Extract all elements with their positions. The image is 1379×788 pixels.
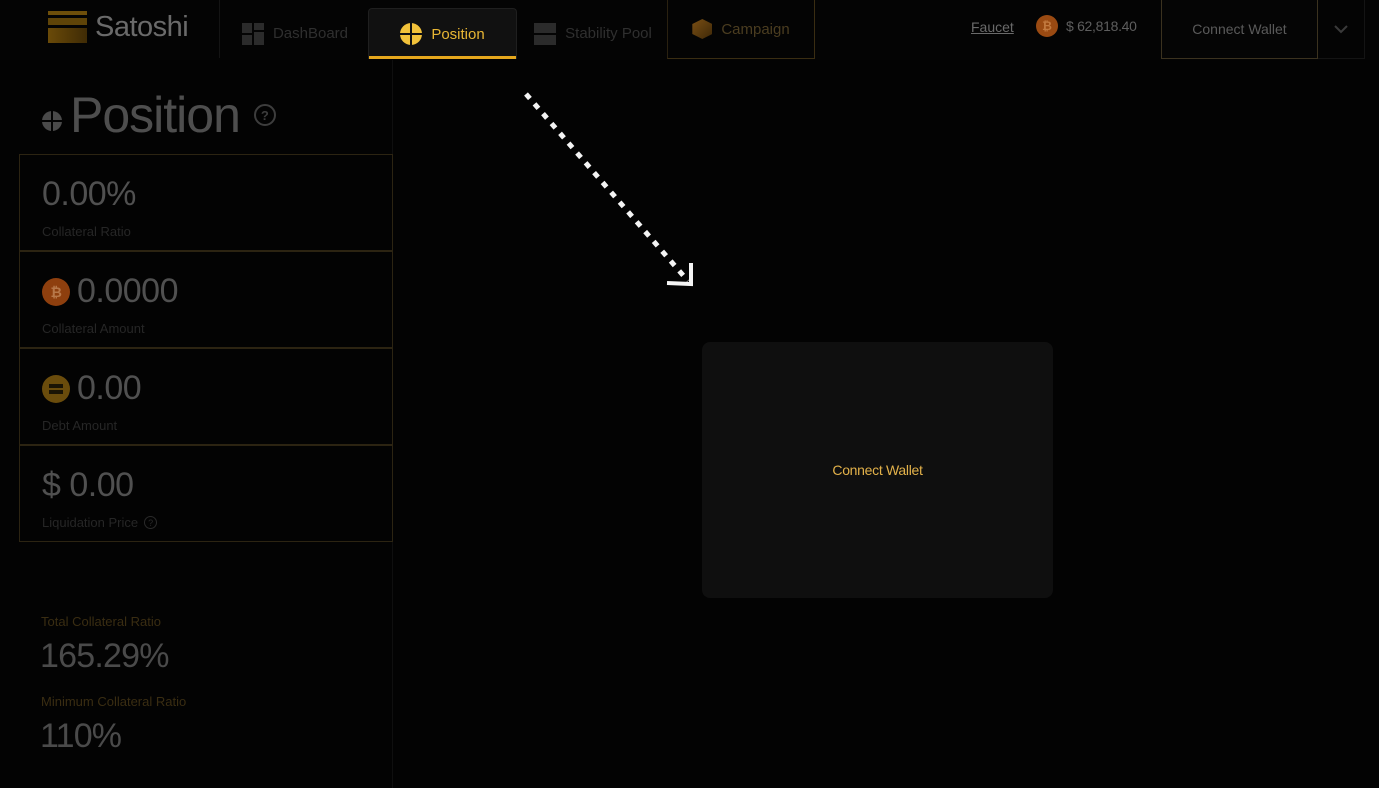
faucet-link[interactable]: Faucet <box>971 19 1014 35</box>
stability-pool-icon <box>534 22 557 45</box>
btc-price-value: $ 62,818.40 <box>1066 18 1137 34</box>
brand-logo[interactable]: Satoshi <box>48 10 189 43</box>
stat-value: ₿ 0.0000 <box>42 272 179 311</box>
nav-tab-position[interactable]: Position <box>368 8 517 59</box>
nav-tab-label: DashBoard <box>272 25 349 42</box>
stat-value: 0.00% <box>42 175 136 214</box>
stat-value: 0.00 <box>42 369 142 408</box>
chevron-down-icon <box>1334 25 1348 34</box>
stat-label: Collateral Ratio <box>42 224 131 239</box>
nav-tab-label: Campaign <box>721 20 790 38</box>
satoshi-logo-icon <box>48 11 87 43</box>
btc-price-display: ₿ $ 62,818.40 <box>1036 15 1137 37</box>
page-title: Position ? <box>42 86 276 144</box>
nav-tab-label: Stability Pool <box>565 25 652 42</box>
connect-wallet-cta[interactable]: Connect Wallet <box>832 462 923 478</box>
liquidation-price-label: Liquidation Price <box>42 515 139 530</box>
collateral-ratio-label: Collateral Ratio <box>42 224 131 239</box>
position-crosshair-icon <box>42 111 62 131</box>
brand-name: Satoshi <box>95 10 189 43</box>
connect-wallet-card: Connect Wallet <box>702 342 1053 598</box>
dashboard-grid-icon <box>241 22 264 45</box>
nav-tab-dashboard[interactable]: DashBoard <box>225 8 365 59</box>
minimum-collateral-ratio-value: 110% <box>40 717 122 755</box>
top-navbar: Satoshi DashBoard Position Stability Poo… <box>0 0 1379 60</box>
stat-label: Collateral Amount <box>42 321 145 336</box>
help-icon[interactable]: ? <box>144 516 158 529</box>
debt-amount-value: 0.00 <box>77 369 142 407</box>
network-dropdown-button[interactable] <box>1318 0 1365 59</box>
bitcoin-icon: ₿ <box>42 277 70 306</box>
stat-value: $ 0.00 <box>42 466 134 505</box>
collateral-amount-value: 0.0000 <box>77 272 179 310</box>
stat-label: Debt Amount <box>42 418 117 433</box>
total-collateral-ratio-value: 165.29% <box>40 637 169 675</box>
stablecoin-icon <box>42 374 70 403</box>
stat-label: Liquidation Price ? <box>42 515 158 530</box>
stat-card-liquidation-price: $ 0.00 Liquidation Price ? <box>19 445 393 542</box>
nav-tab-label: Position <box>431 25 485 43</box>
collateral-ratio-value: 0.00% <box>42 175 136 213</box>
minimum-collateral-ratio-label: Minimum Collateral Ratio <box>41 694 187 709</box>
position-crosshair-icon <box>400 23 423 45</box>
connect-wallet-button[interactable]: Connect Wallet <box>1161 0 1318 59</box>
nav-tab-stability-pool[interactable]: Stability Pool <box>520 8 666 59</box>
nav-divider <box>219 0 220 58</box>
campaign-hexagon-icon <box>692 19 713 39</box>
dotted-arrow-pointer-icon <box>524 92 693 287</box>
stat-card-collateral-amount: ₿ 0.0000 Collateral Amount <box>19 251 393 348</box>
collateral-amount-label: Collateral Amount <box>42 321 145 336</box>
stat-card-debt-amount: 0.00 Debt Amount <box>19 348 393 445</box>
page-title-text: Position <box>70 87 241 143</box>
nav-tab-campaign[interactable]: Campaign <box>667 0 815 59</box>
bitcoin-icon: ₿ <box>1036 15 1058 37</box>
liquidation-price-value: $ 0.00 <box>42 466 134 504</box>
stat-card-collateral-ratio: 0.00% Collateral Ratio <box>19 154 393 251</box>
debt-amount-label: Debt Amount <box>42 418 118 433</box>
total-collateral-ratio-label: Total Collateral Ratio <box>41 614 161 629</box>
help-icon[interactable]: ? <box>253 104 276 126</box>
